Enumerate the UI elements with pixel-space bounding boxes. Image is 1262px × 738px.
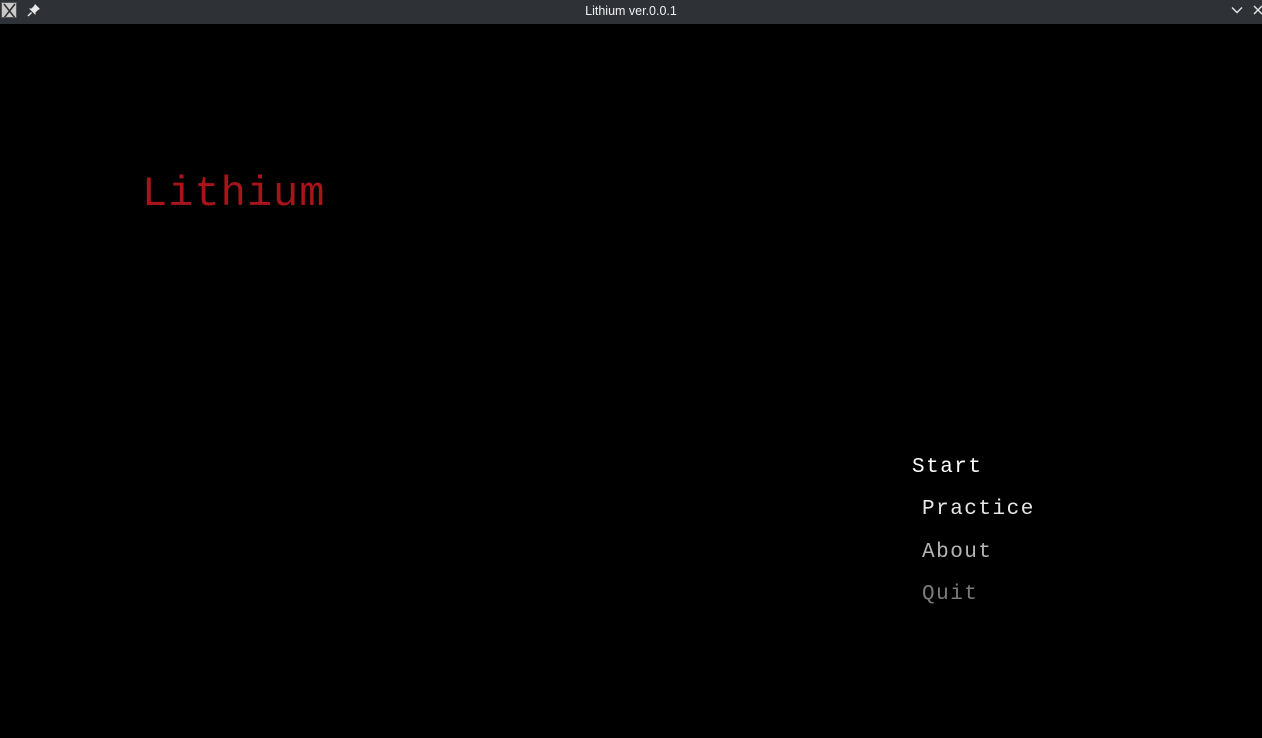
game-canvas[interactable]: Lithium Start Practice About Quit xyxy=(0,24,1262,738)
window-title: Lithium ver.0.0.1 xyxy=(585,4,677,18)
menu-item-quit[interactable]: Quit xyxy=(922,583,978,607)
menu-item-about[interactable]: About xyxy=(922,541,993,565)
chevron-down-icon[interactable] xyxy=(1230,3,1246,19)
menu-item-start[interactable]: Start xyxy=(912,456,983,480)
close-icon[interactable] xyxy=(1253,3,1262,19)
menu-item-practice[interactable]: Practice xyxy=(922,498,1035,522)
game-title: Lithium xyxy=(142,170,326,218)
window-titlebar: Lithium ver.0.0.1 xyxy=(0,0,1262,24)
